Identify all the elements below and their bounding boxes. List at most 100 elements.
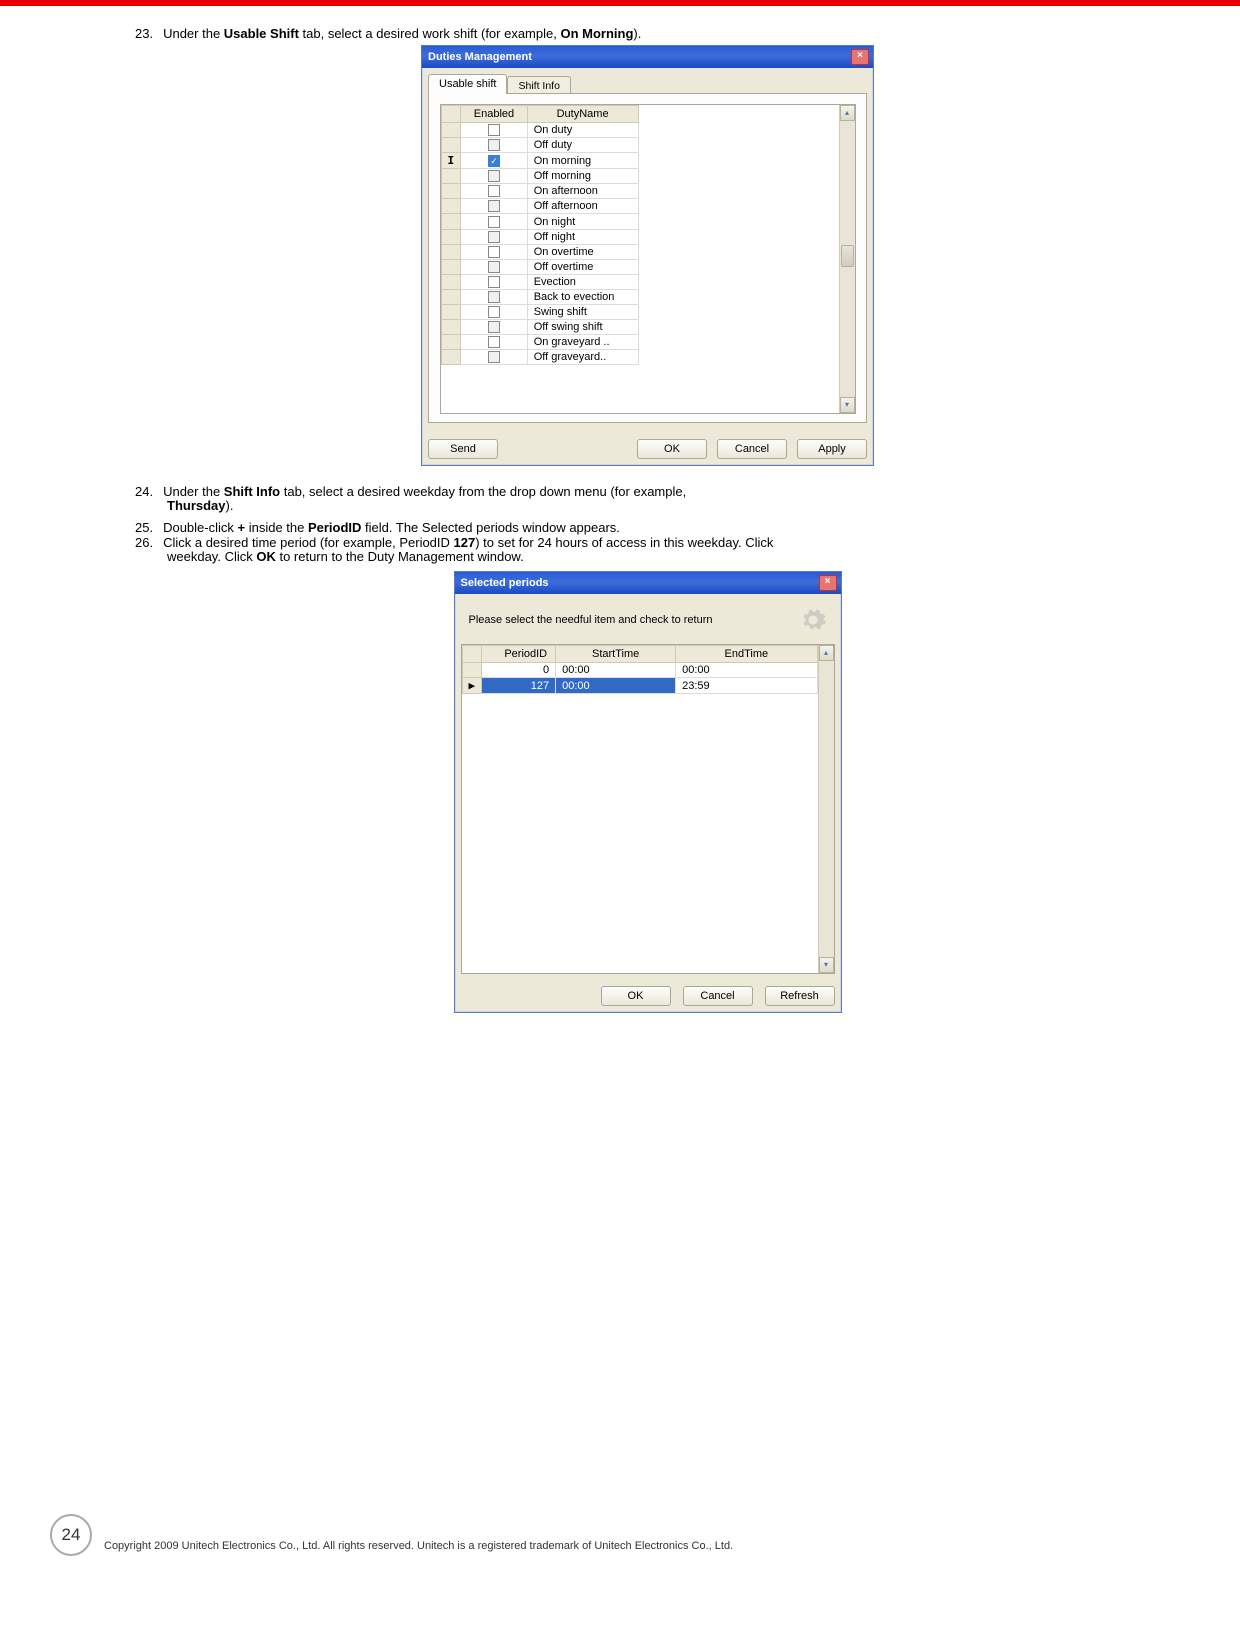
table-row[interactable]: I✓On morning: [441, 153, 638, 169]
checkbox[interactable]: [488, 200, 500, 212]
titlebar[interactable]: Duties Management ×: [422, 46, 873, 68]
table-row[interactable]: Back to evection: [441, 289, 638, 304]
titlebar[interactable]: Selected periods ×: [455, 572, 841, 594]
endtime-cell[interactable]: 23:59: [676, 678, 817, 694]
enabled-cell[interactable]: ✓: [461, 153, 527, 169]
starttime-cell[interactable]: 00:00: [556, 678, 676, 694]
enabled-cell[interactable]: [461, 244, 527, 259]
row-indicator: [441, 244, 461, 259]
close-icon[interactable]: ×: [819, 575, 837, 591]
enabled-cell[interactable]: [461, 214, 527, 229]
checkbox[interactable]: [488, 246, 500, 258]
table-row[interactable]: Off graveyard..: [441, 350, 638, 365]
checkbox[interactable]: [488, 306, 500, 318]
ok-button[interactable]: OK: [637, 439, 707, 459]
dutyname-cell[interactable]: Swing shift: [527, 305, 638, 320]
enabled-cell[interactable]: [461, 138, 527, 153]
apply-button[interactable]: Apply: [797, 439, 867, 459]
enabled-cell[interactable]: [461, 123, 527, 138]
checkbox[interactable]: ✓: [488, 155, 500, 167]
table-row[interactable]: Off afternoon: [441, 199, 638, 214]
enabled-cell[interactable]: [461, 259, 527, 274]
ok-button[interactable]: OK: [601, 986, 671, 1006]
table-row[interactable]: 000:0000:00: [462, 663, 817, 678]
table-row[interactable]: Evection: [441, 274, 638, 289]
starttime-cell[interactable]: 00:00: [556, 663, 676, 678]
table-row[interactable]: On night: [441, 214, 638, 229]
dutyname-cell[interactable]: Off morning: [527, 169, 638, 184]
col-dutyname[interactable]: DutyName: [527, 106, 638, 123]
cancel-button[interactable]: Cancel: [683, 986, 753, 1006]
cancel-button[interactable]: Cancel: [717, 439, 787, 459]
checkbox[interactable]: [488, 124, 500, 136]
dutyname-cell[interactable]: On night: [527, 214, 638, 229]
col-enabled[interactable]: Enabled: [461, 106, 527, 123]
enabled-cell[interactable]: [461, 289, 527, 304]
tab-usable-shift[interactable]: Usable shift: [428, 74, 507, 94]
tab-shift-info[interactable]: Shift Info: [507, 76, 570, 94]
table-row[interactable]: On duty: [441, 123, 638, 138]
checkbox[interactable]: [488, 276, 500, 288]
enabled-cell[interactable]: [461, 184, 527, 199]
row-indicator: [441, 138, 461, 153]
checkbox[interactable]: [488, 185, 500, 197]
col-starttime[interactable]: StartTime: [556, 646, 676, 663]
scrollbar[interactable]: ▴ ▾: [818, 645, 834, 973]
enabled-cell[interactable]: [461, 350, 527, 365]
enabled-cell[interactable]: [461, 320, 527, 335]
scroll-up-icon[interactable]: ▴: [840, 105, 855, 121]
scroll-thumb[interactable]: [841, 245, 854, 267]
table-row[interactable]: On graveyard ..: [441, 335, 638, 350]
scroll-up-icon[interactable]: ▴: [819, 645, 834, 661]
periodid-cell[interactable]: 0: [482, 663, 556, 678]
dutyname-cell[interactable]: On morning: [527, 153, 638, 169]
checkbox[interactable]: [488, 321, 500, 333]
dutyname-cell[interactable]: Off overtime: [527, 259, 638, 274]
dutyname-cell[interactable]: On duty: [527, 123, 638, 138]
dutyname-cell[interactable]: On graveyard ..: [527, 335, 638, 350]
table-row[interactable]: On overtime: [441, 244, 638, 259]
col-periodid[interactable]: PeriodID: [482, 646, 556, 663]
table-row[interactable]: Off swing shift: [441, 320, 638, 335]
checkbox[interactable]: [488, 231, 500, 243]
checkbox[interactable]: [488, 139, 500, 151]
scroll-down-icon[interactable]: ▾: [840, 397, 855, 413]
refresh-button[interactable]: Refresh: [765, 986, 835, 1006]
dutyname-cell[interactable]: On overtime: [527, 244, 638, 259]
enabled-cell[interactable]: [461, 305, 527, 320]
checkbox[interactable]: [488, 216, 500, 228]
table-row[interactable]: Off morning: [441, 169, 638, 184]
enabled-cell[interactable]: [461, 199, 527, 214]
table-row[interactable]: ▶12700:0023:59: [462, 678, 817, 694]
dutyname-cell[interactable]: Off duty: [527, 138, 638, 153]
checkbox[interactable]: [488, 351, 500, 363]
enabled-cell[interactable]: [461, 229, 527, 244]
checkbox[interactable]: [488, 336, 500, 348]
dutyname-cell[interactable]: Off swing shift: [527, 320, 638, 335]
enabled-cell[interactable]: [461, 274, 527, 289]
checkbox[interactable]: [488, 170, 500, 182]
close-icon[interactable]: ×: [851, 49, 869, 65]
dutyname-cell[interactable]: Back to evection: [527, 289, 638, 304]
enabled-cell[interactable]: [461, 335, 527, 350]
checkbox[interactable]: [488, 261, 500, 273]
enabled-cell[interactable]: [461, 169, 527, 184]
dutyname-cell[interactable]: Off graveyard..: [527, 350, 638, 365]
table-row[interactable]: Off duty: [441, 138, 638, 153]
table-row[interactable]: On afternoon: [441, 184, 638, 199]
scroll-down-icon[interactable]: ▾: [819, 957, 834, 973]
table-row[interactable]: Off night: [441, 229, 638, 244]
scrollbar[interactable]: ▴ ▾: [839, 105, 855, 413]
dutyname-cell[interactable]: Evection: [527, 274, 638, 289]
endtime-cell[interactable]: 00:00: [676, 663, 817, 678]
periodid-cell[interactable]: 127: [482, 678, 556, 694]
row-indicator: [441, 350, 461, 365]
col-endtime[interactable]: EndTime: [676, 646, 817, 663]
dutyname-cell[interactable]: On afternoon: [527, 184, 638, 199]
table-row[interactable]: Swing shift: [441, 305, 638, 320]
dutyname-cell[interactable]: Off night: [527, 229, 638, 244]
table-row[interactable]: Off overtime: [441, 259, 638, 274]
dutyname-cell[interactable]: Off afternoon: [527, 199, 638, 214]
checkbox[interactable]: [488, 291, 500, 303]
send-button[interactable]: Send: [428, 439, 498, 459]
